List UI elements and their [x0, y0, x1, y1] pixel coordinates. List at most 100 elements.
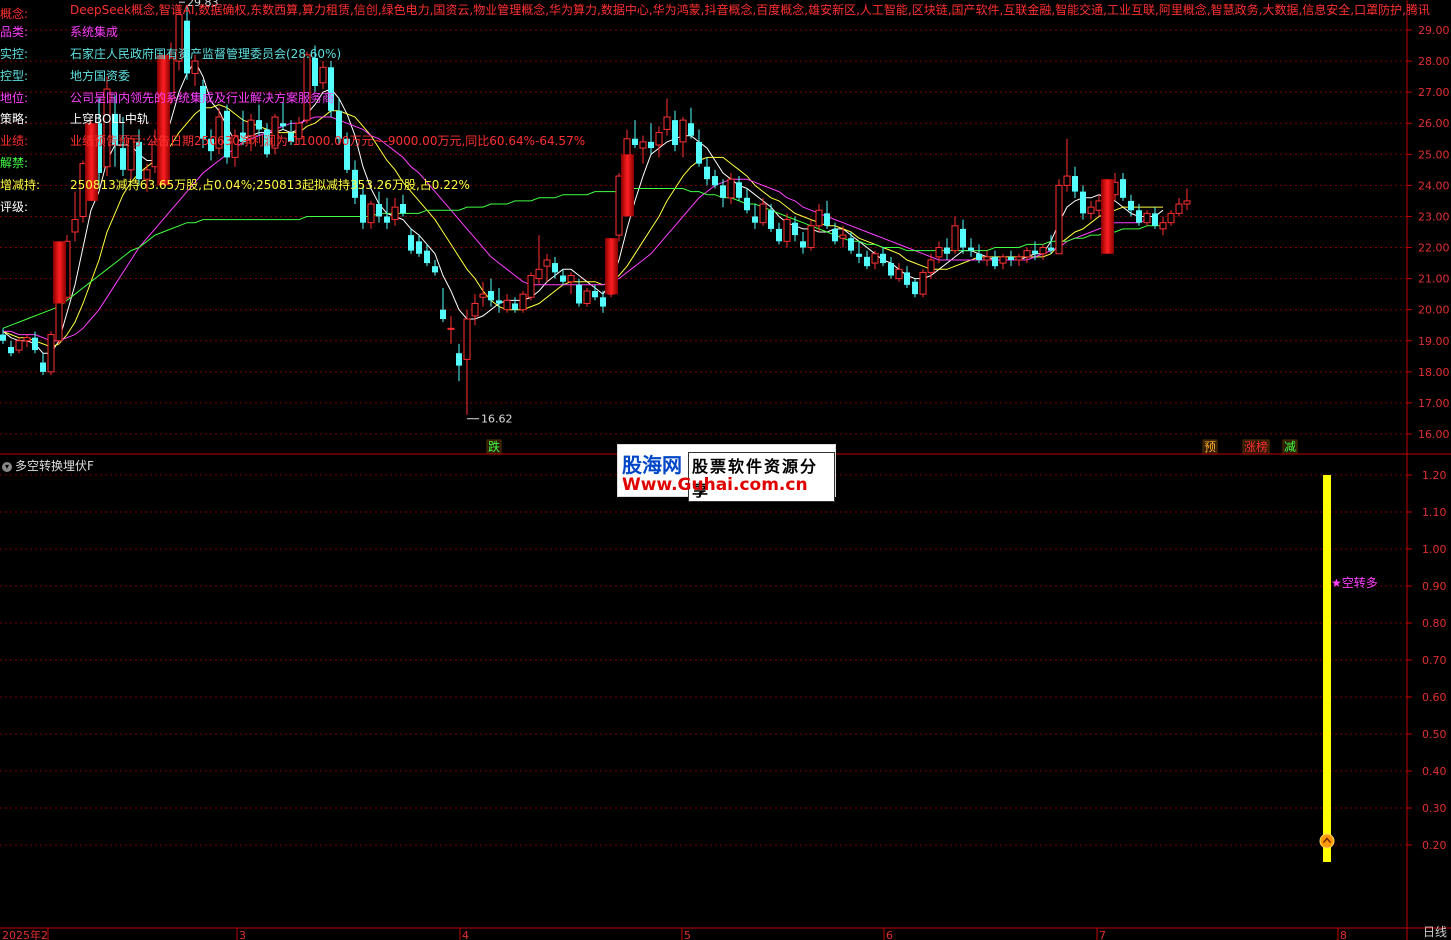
signal-label: ★空转多	[1331, 575, 1378, 590]
info-label: 评级:	[0, 200, 29, 214]
y-tick-label: 0.20	[1422, 839, 1447, 852]
signal-candle	[621, 154, 634, 217]
candle-body	[752, 216, 758, 223]
x-tick-label: 5	[684, 929, 691, 940]
candle	[1072, 166, 1078, 198]
y-tick-label: 0.60	[1422, 691, 1447, 704]
watermark-brand: 股海网	[622, 453, 682, 477]
candle	[576, 278, 582, 307]
period-label[interactable]: 日线	[1423, 923, 1447, 940]
candle-body	[32, 337, 38, 351]
event-marker-label: 减	[1284, 440, 1296, 454]
collapse-icon[interactable]: ▾	[2, 461, 12, 472]
y-tick-label: 20.00	[1418, 304, 1450, 317]
candle-body	[479, 293, 487, 298]
event-marker-label: 预	[1204, 440, 1216, 454]
candle-body	[992, 256, 998, 267]
candle-body	[543, 259, 551, 267]
y-tick-label: 0.80	[1422, 617, 1447, 630]
candle-body	[1072, 176, 1078, 192]
candle-body	[447, 327, 455, 330]
candle	[456, 343, 462, 382]
candle-body	[807, 225, 815, 249]
candle-body	[512, 303, 518, 310]
annotation-low-label: 16.62	[481, 413, 513, 426]
candle	[999, 253, 1007, 270]
candle	[1008, 250, 1014, 267]
candle-body	[303, 54, 311, 121]
info-row: 解禁:	[0, 155, 70, 171]
candle	[471, 294, 479, 326]
candle	[0, 328, 6, 344]
candle-body	[720, 185, 726, 198]
info-row: 增减持: 250813减持63.65万股,占0.04%;250813起拟减持353…	[0, 177, 470, 193]
candle	[440, 287, 446, 323]
candle-body	[800, 241, 806, 248]
candle	[496, 287, 502, 313]
candle	[1143, 210, 1151, 226]
candle-body	[360, 194, 366, 223]
candle	[400, 194, 406, 217]
event-marker-label: 跌	[488, 439, 500, 454]
candle-body	[999, 256, 1007, 264]
candle	[319, 61, 327, 90]
candle-body	[312, 57, 318, 86]
candle	[856, 241, 862, 264]
ma-line-ma20	[3, 116, 1148, 342]
candle	[848, 232, 854, 254]
candle	[567, 272, 575, 295]
y-tick-label: 29.00	[1418, 24, 1450, 37]
candle	[679, 117, 687, 158]
candle	[552, 256, 558, 279]
candle-body	[1159, 222, 1167, 230]
candle	[527, 272, 535, 301]
info-label: 解禁:	[0, 156, 29, 170]
candle	[47, 331, 55, 375]
event-marker: 减	[1282, 439, 1298, 455]
candle-body	[1063, 175, 1071, 186]
candle-body	[1023, 250, 1031, 258]
candle-body	[912, 281, 918, 295]
y-tick-label: 0.40	[1422, 765, 1447, 778]
info-value: 系统集成	[70, 25, 119, 39]
info-label: 控型:	[0, 69, 29, 83]
candle	[632, 120, 638, 149]
candle-body	[456, 353, 462, 366]
candle	[1152, 207, 1158, 229]
candle-body	[919, 271, 927, 295]
candle	[512, 297, 518, 313]
signal-candle	[53, 241, 66, 304]
candle-body	[1183, 200, 1191, 205]
candle	[888, 256, 894, 279]
candle	[1175, 197, 1183, 217]
y-tick-label: 1.10	[1422, 506, 1447, 519]
y-tick-label: 27.00	[1418, 86, 1450, 99]
candle	[479, 281, 487, 307]
candle-body	[1032, 250, 1038, 254]
candle-body	[1167, 212, 1175, 224]
y-tick-label: 17.00	[1418, 397, 1450, 410]
candle	[432, 259, 438, 276]
candle	[968, 238, 974, 257]
candle-body	[648, 141, 654, 149]
y-tick-label: 21.00	[1418, 273, 1450, 286]
candle-body	[367, 203, 375, 224]
price-axis: 16.00 17.00 18.00 19.00 20.00 21.00 22.00 23.00…	[1407, 24, 1450, 441]
candle-body	[583, 290, 591, 304]
info-value: 250813减持63.65万股,占0.04%;250813起拟减持353.26万…	[70, 178, 470, 192]
candle	[367, 200, 375, 229]
candle	[1023, 247, 1031, 264]
candle	[543, 253, 551, 282]
candle	[752, 204, 758, 229]
candle	[23, 334, 31, 347]
info-label: 品类:	[0, 25, 29, 39]
indicator-title[interactable]: ▾ 多空转换埋伏F	[2, 457, 94, 474]
candle	[736, 176, 742, 201]
info-row: 地位: 公司是国内领先的系统集成及行业解决方案服务商	[0, 90, 334, 106]
candle	[776, 222, 782, 245]
candle-body	[856, 253, 862, 257]
signal-candle	[157, 54, 170, 186]
info-label: 地位:	[0, 91, 29, 105]
candle	[1087, 200, 1095, 220]
candle-body	[1015, 256, 1023, 261]
